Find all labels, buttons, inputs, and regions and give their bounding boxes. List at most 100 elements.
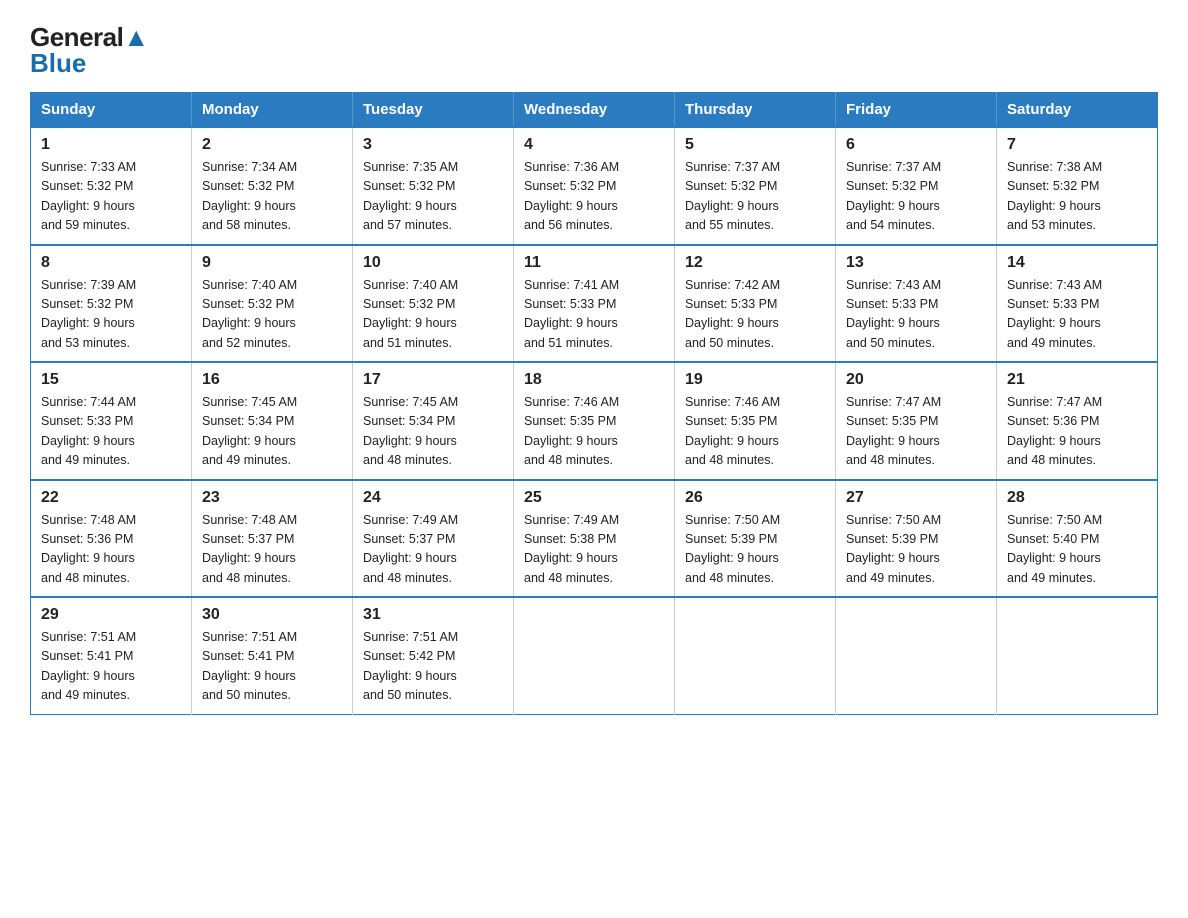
col-header-monday: Monday [192,93,353,128]
day-info: Sunrise: 7:33 AMSunset: 5:32 PMDaylight:… [41,160,136,232]
day-number: 17 [363,371,503,389]
day-info: Sunrise: 7:44 AMSunset: 5:33 PMDaylight:… [41,395,136,467]
day-number: 23 [202,489,342,507]
calendar-cell: 18 Sunrise: 7:46 AMSunset: 5:35 PMDaylig… [514,362,675,480]
logo: General▲ Blue [30,24,149,76]
calendar-cell: 27 Sunrise: 7:50 AMSunset: 5:39 PMDaylig… [836,480,997,598]
calendar-cell: 11 Sunrise: 7:41 AMSunset: 5:33 PMDaylig… [514,245,675,363]
day-number: 13 [846,254,986,272]
calendar-cell: 22 Sunrise: 7:48 AMSunset: 5:36 PMDaylig… [31,480,192,598]
day-info: Sunrise: 7:46 AMSunset: 5:35 PMDaylight:… [685,395,780,467]
day-info: Sunrise: 7:51 AMSunset: 5:41 PMDaylight:… [41,630,136,702]
calendar-cell: 25 Sunrise: 7:49 AMSunset: 5:38 PMDaylig… [514,480,675,598]
day-number: 24 [363,489,503,507]
day-number: 10 [363,254,503,272]
calendar-cell: 14 Sunrise: 7:43 AMSunset: 5:33 PMDaylig… [997,245,1158,363]
day-info: Sunrise: 7:46 AMSunset: 5:35 PMDaylight:… [524,395,619,467]
day-number: 3 [363,136,503,154]
col-header-wednesday: Wednesday [514,93,675,128]
day-info: Sunrise: 7:42 AMSunset: 5:33 PMDaylight:… [685,278,780,350]
calendar-cell: 28 Sunrise: 7:50 AMSunset: 5:40 PMDaylig… [997,480,1158,598]
day-info: Sunrise: 7:40 AMSunset: 5:32 PMDaylight:… [363,278,458,350]
logo-blue-text: Blue [30,50,149,76]
col-header-friday: Friday [836,93,997,128]
calendar-cell: 30 Sunrise: 7:51 AMSunset: 5:41 PMDaylig… [192,597,353,714]
day-number: 11 [524,254,664,272]
week-row-3: 15 Sunrise: 7:44 AMSunset: 5:33 PMDaylig… [31,362,1158,480]
day-info: Sunrise: 7:49 AMSunset: 5:38 PMDaylight:… [524,513,619,585]
day-info: Sunrise: 7:38 AMSunset: 5:32 PMDaylight:… [1007,160,1102,232]
week-row-4: 22 Sunrise: 7:48 AMSunset: 5:36 PMDaylig… [31,480,1158,598]
day-number: 21 [1007,371,1147,389]
calendar-cell: 15 Sunrise: 7:44 AMSunset: 5:33 PMDaylig… [31,362,192,480]
calendar-cell: 6 Sunrise: 7:37 AMSunset: 5:32 PMDayligh… [836,127,997,245]
calendar-cell: 17 Sunrise: 7:45 AMSunset: 5:34 PMDaylig… [353,362,514,480]
week-row-1: 1 Sunrise: 7:33 AMSunset: 5:32 PMDayligh… [31,127,1158,245]
calendar-cell: 16 Sunrise: 7:45 AMSunset: 5:34 PMDaylig… [192,362,353,480]
day-info: Sunrise: 7:34 AMSunset: 5:32 PMDaylight:… [202,160,297,232]
day-info: Sunrise: 7:50 AMSunset: 5:39 PMDaylight:… [685,513,780,585]
calendar-cell: 20 Sunrise: 7:47 AMSunset: 5:35 PMDaylig… [836,362,997,480]
calendar-cell: 19 Sunrise: 7:46 AMSunset: 5:35 PMDaylig… [675,362,836,480]
day-number: 25 [524,489,664,507]
calendar-cell: 23 Sunrise: 7:48 AMSunset: 5:37 PMDaylig… [192,480,353,598]
calendar-header-row: SundayMondayTuesdayWednesdayThursdayFrid… [31,93,1158,128]
day-number: 4 [524,136,664,154]
day-info: Sunrise: 7:51 AMSunset: 5:42 PMDaylight:… [363,630,458,702]
calendar-cell: 26 Sunrise: 7:50 AMSunset: 5:39 PMDaylig… [675,480,836,598]
calendar-cell: 2 Sunrise: 7:34 AMSunset: 5:32 PMDayligh… [192,127,353,245]
day-number: 14 [1007,254,1147,272]
day-info: Sunrise: 7:41 AMSunset: 5:33 PMDaylight:… [524,278,619,350]
calendar-cell: 5 Sunrise: 7:37 AMSunset: 5:32 PMDayligh… [675,127,836,245]
calendar-cell: 8 Sunrise: 7:39 AMSunset: 5:32 PMDayligh… [31,245,192,363]
day-number: 15 [41,371,181,389]
calendar-cell: 13 Sunrise: 7:43 AMSunset: 5:33 PMDaylig… [836,245,997,363]
calendar-cell: 9 Sunrise: 7:40 AMSunset: 5:32 PMDayligh… [192,245,353,363]
day-info: Sunrise: 7:36 AMSunset: 5:32 PMDaylight:… [524,160,619,232]
day-number: 20 [846,371,986,389]
calendar-cell [997,597,1158,714]
col-header-tuesday: Tuesday [353,93,514,128]
calendar-cell [836,597,997,714]
logo-general-text: General▲ [30,24,149,50]
calendar-cell: 29 Sunrise: 7:51 AMSunset: 5:41 PMDaylig… [31,597,192,714]
calendar-cell: 21 Sunrise: 7:47 AMSunset: 5:36 PMDaylig… [997,362,1158,480]
day-number: 6 [846,136,986,154]
day-info: Sunrise: 7:37 AMSunset: 5:32 PMDaylight:… [685,160,780,232]
day-number: 19 [685,371,825,389]
day-number: 28 [1007,489,1147,507]
day-info: Sunrise: 7:51 AMSunset: 5:41 PMDaylight:… [202,630,297,702]
day-number: 8 [41,254,181,272]
col-header-thursday: Thursday [675,93,836,128]
day-number: 1 [41,136,181,154]
calendar-cell: 3 Sunrise: 7:35 AMSunset: 5:32 PMDayligh… [353,127,514,245]
day-number: 9 [202,254,342,272]
day-info: Sunrise: 7:49 AMSunset: 5:37 PMDaylight:… [363,513,458,585]
day-info: Sunrise: 7:45 AMSunset: 5:34 PMDaylight:… [363,395,458,467]
calendar-cell: 24 Sunrise: 7:49 AMSunset: 5:37 PMDaylig… [353,480,514,598]
day-number: 27 [846,489,986,507]
calendar-cell: 1 Sunrise: 7:33 AMSunset: 5:32 PMDayligh… [31,127,192,245]
header: General▲ Blue [30,24,1158,76]
day-info: Sunrise: 7:43 AMSunset: 5:33 PMDaylight:… [1007,278,1102,350]
calendar-cell: 4 Sunrise: 7:36 AMSunset: 5:32 PMDayligh… [514,127,675,245]
week-row-5: 29 Sunrise: 7:51 AMSunset: 5:41 PMDaylig… [31,597,1158,714]
day-number: 2 [202,136,342,154]
col-header-saturday: Saturday [997,93,1158,128]
day-info: Sunrise: 7:47 AMSunset: 5:35 PMDaylight:… [846,395,941,467]
calendar-cell [675,597,836,714]
day-number: 31 [363,606,503,624]
day-number: 29 [41,606,181,624]
week-row-2: 8 Sunrise: 7:39 AMSunset: 5:32 PMDayligh… [31,245,1158,363]
day-number: 7 [1007,136,1147,154]
day-info: Sunrise: 7:35 AMSunset: 5:32 PMDaylight:… [363,160,458,232]
day-info: Sunrise: 7:47 AMSunset: 5:36 PMDaylight:… [1007,395,1102,467]
day-number: 12 [685,254,825,272]
calendar-cell [514,597,675,714]
calendar-cell: 12 Sunrise: 7:42 AMSunset: 5:33 PMDaylig… [675,245,836,363]
day-number: 22 [41,489,181,507]
day-number: 30 [202,606,342,624]
calendar-table: SundayMondayTuesdayWednesdayThursdayFrid… [30,92,1158,715]
calendar-cell: 10 Sunrise: 7:40 AMSunset: 5:32 PMDaylig… [353,245,514,363]
day-info: Sunrise: 7:45 AMSunset: 5:34 PMDaylight:… [202,395,297,467]
